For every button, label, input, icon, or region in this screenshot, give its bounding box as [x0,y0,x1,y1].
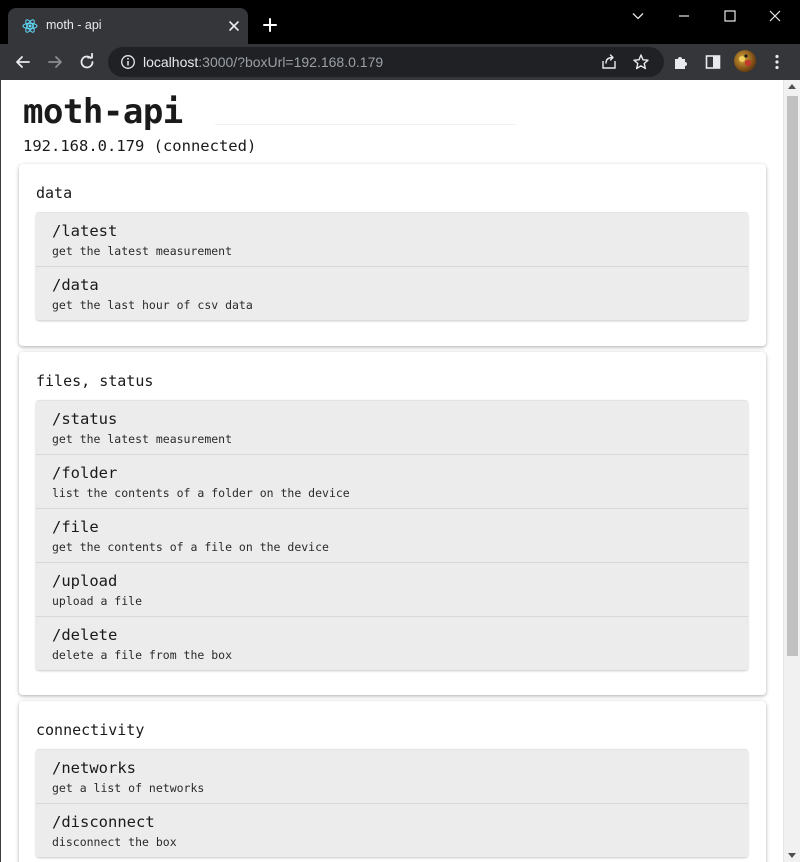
endpoint-description: get the latest measurement [52,432,233,446]
maximize-icon [724,10,736,22]
endpoint-description: get the contents of a file on the device [52,540,329,554]
vertical-scrollbar[interactable] [783,80,800,862]
url-path: :3000/?boxUrl=192.168.0.179 [198,54,384,70]
side-panel-button[interactable] [703,52,723,72]
endpoint-data[interactable]: /data get the last hour of csv data [36,266,748,320]
endpoint-description: upload a file [52,594,143,608]
scroll-up-arrow-icon[interactable] [788,84,796,89]
url-host: localhost [143,54,199,70]
browser-menu-button[interactable] [767,52,787,72]
side-panel-icon [705,55,721,69]
endpoint-path: /networks [52,759,136,777]
endpoint-path: /upload [52,572,118,590]
section-card-connectivity: connectivity /networks get a list of net… [19,701,766,862]
page-title: moth-api [23,92,183,132]
endpoint-path: /disconnect [52,813,155,831]
chevron-down-icon [632,13,644,20]
endpoint-path: /file [52,518,99,536]
minimize-icon [679,15,689,17]
back-button[interactable] [12,51,34,73]
browser-tab[interactable]: moth - api [8,8,248,44]
section-card-data: data /latest get the latest measurement … [19,164,766,346]
reload-icon [80,53,94,69]
scrollbar-thumb[interactable] [787,96,798,656]
minimize-button[interactable] [673,5,695,27]
maximize-button[interactable] [719,5,741,27]
endpoint-folder[interactable]: /folder list the contents of a folder on… [36,454,748,508]
star-icon[interactable] [632,53,650,71]
connection-status: 192.168.0.179 (connected) [23,137,257,155]
endpoint-path: /delete [52,626,118,644]
endpoint-delete[interactable]: /delete delete a file from the box [36,616,748,670]
window-close-button[interactable] [764,5,786,27]
profile-image-icon [739,54,752,67]
section-title: connectivity [36,721,145,739]
extensions-button[interactable] [671,52,691,72]
puzzle-icon [675,57,687,69]
endpoint-status[interactable]: /status get the latest measurement [36,400,748,454]
avatar[interactable] [734,50,756,72]
section-title: files, status [36,372,154,390]
endpoint-description: get a list of networks [52,781,205,795]
title-divider [215,124,515,125]
scroll-down-arrow-icon[interactable] [788,853,796,858]
endpoint-disconnect[interactable]: /disconnect disconnect the box [36,803,748,857]
endpoint-path: /status [52,410,118,428]
section-card-files-status: files, status /status get the latest mea… [19,352,766,695]
endpoint-list: /status get the latest measurement /fold… [36,400,748,670]
tab-strip: moth - api [0,0,800,44]
react-icon [22,19,38,33]
endpoint-description: list the contents of a folder on the dev… [52,486,350,500]
endpoint-description: delete a file from the box [52,648,233,662]
close-icon [769,10,781,22]
arrow-left-icon [16,56,30,68]
reload-button[interactable] [76,51,98,73]
tab-title: moth - api [46,18,102,32]
forward-button[interactable] [44,51,66,73]
plus-icon[interactable] [261,16,279,34]
endpoint-list: /latest get the latest measurement /data… [36,212,748,320]
endpoint-list: /networks get a list of networks /discon… [36,749,748,857]
endpoint-path: /data [52,276,99,294]
endpoint-latest[interactable]: /latest get the latest measurement [36,212,748,266]
endpoint-description: get the latest measurement [52,244,233,258]
section-title: data [36,184,73,202]
endpoint-description: get the last hour of csv data [52,298,253,312]
endpoint-path: /latest [52,222,118,240]
close-icon[interactable] [226,18,242,34]
address-bar[interactable]: localhost:3000/?boxUrl=192.168.0.179 [108,47,664,77]
endpoint-upload[interactable]: /upload upload a file [36,562,748,616]
browser-toolbar: localhost:3000/?boxUrl=192.168.0.179 [0,44,800,80]
kebab-menu-icon [775,54,779,70]
arrow-right-icon [48,56,62,68]
page-viewport: moth-api 192.168.0.179 (connected) data … [0,80,800,862]
url-text[interactable]: localhost:3000/?boxUrl=192.168.0.179 [143,54,383,70]
endpoint-path: /folder [52,464,118,482]
info-icon[interactable] [120,54,136,70]
endpoint-file[interactable]: /file get the contents of a file on the … [36,508,748,562]
share-icon[interactable] [600,53,618,71]
endpoint-networks[interactable]: /networks get a list of networks [36,749,748,803]
tab-search-button[interactable] [627,5,649,27]
endpoint-description: disconnect the box [52,835,177,849]
